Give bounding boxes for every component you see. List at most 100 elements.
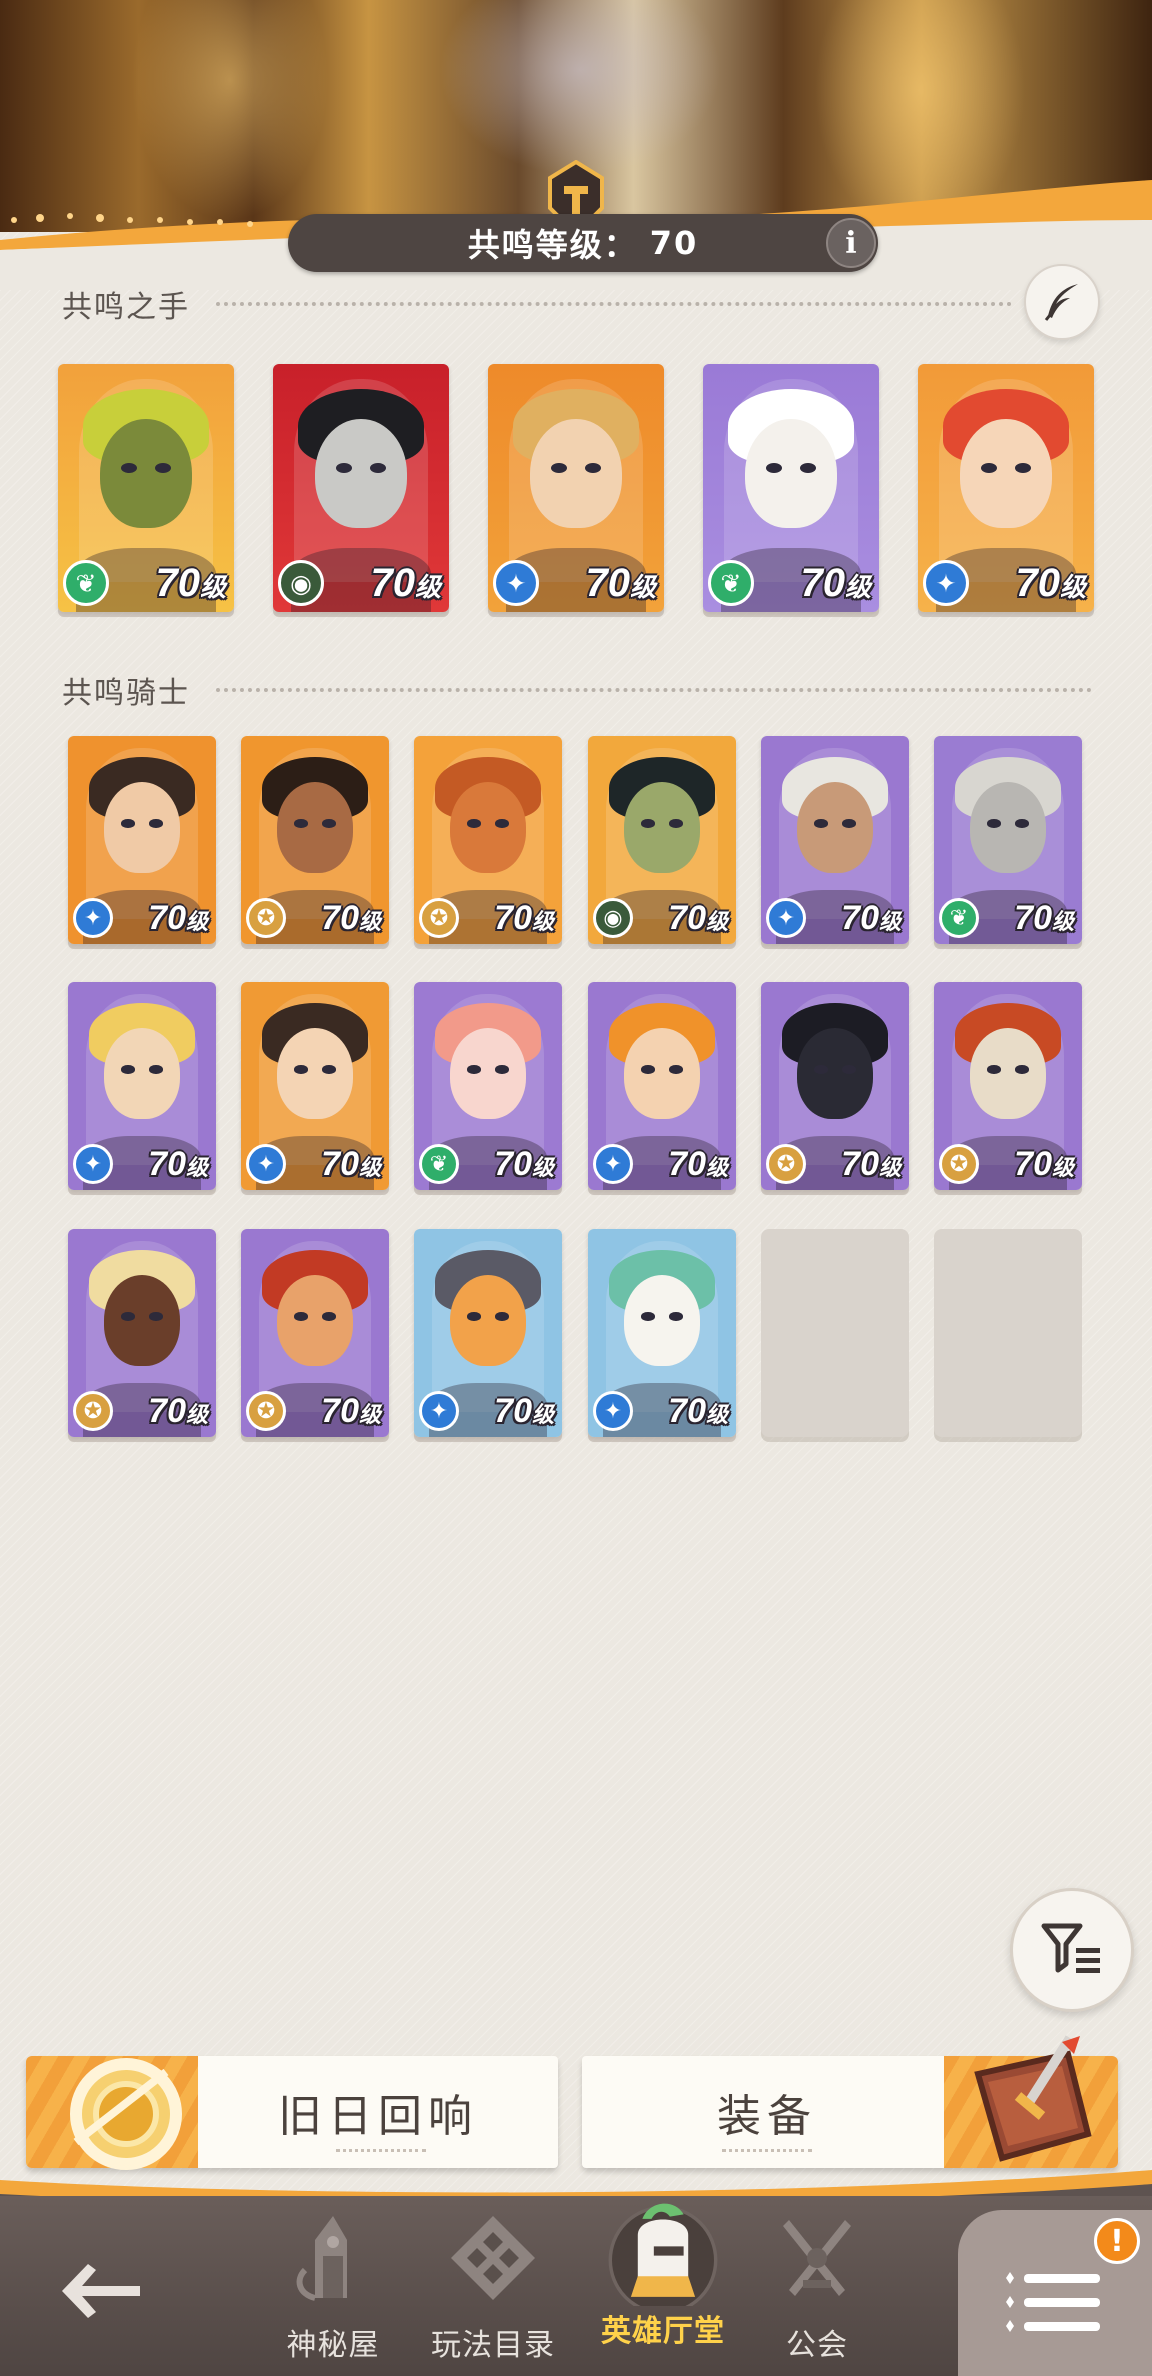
shield-icon: ✪	[939, 1144, 979, 1184]
mystery-tower-icon	[296, 2216, 347, 2301]
hero-card[interactable]: ✪ 70级	[68, 1229, 216, 1437]
hero-level: 70级	[321, 1145, 381, 1184]
hero-card[interactable]: ✦ 70级	[488, 364, 664, 612]
hero-level-number: 70	[321, 1392, 359, 1430]
hero-level-number: 70	[800, 561, 845, 605]
info-button[interactable]: i	[826, 218, 876, 268]
hero-level: 70级	[668, 1145, 728, 1184]
shield-icon: ✪	[246, 1391, 286, 1431]
resonance-level-value: 70	[649, 224, 699, 262]
hero-level: 70级	[155, 561, 226, 606]
hero-level-unit: 级	[878, 1155, 901, 1180]
nature-icon: ❦	[939, 898, 979, 938]
shield-icon: ✪	[73, 1391, 113, 1431]
star-icon: ✦	[73, 898, 113, 938]
crossed-swords-icon	[783, 2220, 851, 2296]
star-icon: ✦	[73, 1144, 113, 1184]
hero-level-number: 70	[1014, 899, 1052, 937]
empty-hero-slot	[761, 1229, 909, 1437]
eye-icon: ◉	[278, 560, 324, 606]
back-arrow-icon	[62, 2264, 140, 2318]
hero-card[interactable]: ◉ 70级	[588, 736, 736, 944]
hero-card[interactable]: ◉ 70级	[273, 364, 449, 612]
star-icon: ✦	[766, 898, 806, 938]
nature-icon: ❦	[708, 560, 754, 606]
hero-level-unit: 级	[414, 572, 441, 602]
hero-level: 70级	[841, 1145, 901, 1184]
hero-card[interactable]: ✦ 70级	[761, 736, 909, 944]
section-title-resonance-knights: 共鸣骑士	[62, 676, 190, 711]
hero-level: 70级	[800, 561, 871, 606]
nav-label: 玩法目录	[431, 2328, 555, 2363]
menu-list-icon	[1006, 2272, 1100, 2332]
hero-card[interactable]: ✪ 70级	[934, 982, 1082, 1190]
nav-mystery-house[interactable]: 神秘屋	[258, 2210, 408, 2370]
star-icon: ✦	[923, 560, 969, 606]
resonance-level-label: 共鸣等级：	[467, 226, 638, 264]
hero-level-unit: 级	[358, 909, 381, 934]
hero-level-number: 70	[321, 899, 359, 937]
nav-guild[interactable]: 公会	[742, 2210, 892, 2370]
hero-card[interactable]: ✦ 70级	[588, 1229, 736, 1437]
hero-card[interactable]: ❦ 70级	[414, 982, 562, 1190]
hero-level-number: 70	[148, 1392, 186, 1430]
edit-quill-button[interactable]	[1024, 264, 1100, 340]
hero-level-number: 70	[668, 1392, 706, 1430]
hero-level-unit: 级	[531, 909, 554, 934]
star-icon: ✦	[246, 1144, 286, 1184]
hero-level-number: 70	[841, 899, 879, 937]
back-button[interactable]	[56, 2256, 146, 2326]
hero-level-number: 70	[1014, 1145, 1052, 1183]
hero-card[interactable]: ❦ 70级	[58, 364, 234, 612]
section-title-resonance-hands: 共鸣之手	[62, 290, 190, 325]
hero-level: 70级	[148, 899, 208, 938]
nav-game-catalog[interactable]: 玩法目录	[418, 2210, 568, 2370]
hero-card[interactable]: ✪ 70级	[414, 736, 562, 944]
hero-level: 70级	[148, 1145, 208, 1184]
hero-card[interactable]: ❦ 70级	[703, 364, 879, 612]
star-icon: ✦	[493, 560, 539, 606]
catalog-diamond-icon	[451, 2216, 535, 2300]
hero-level-number: 70	[668, 1145, 706, 1183]
section-divider	[216, 302, 1012, 306]
hero-level-number: 70	[494, 899, 532, 937]
hero-level: 70级	[668, 1392, 728, 1431]
filter-sort-button[interactable]	[1010, 1888, 1134, 2012]
eye-icon: ◉	[593, 898, 633, 938]
hero-level-unit: 级	[1051, 909, 1074, 934]
hero-card[interactable]: ❦ 70级	[934, 736, 1082, 944]
hero-level-number: 70	[370, 561, 415, 605]
hero-card[interactable]: ✦ 70级	[68, 982, 216, 1190]
hero-level: 70级	[148, 1392, 208, 1431]
hero-level-unit: 级	[705, 1155, 728, 1180]
hero-card[interactable]: ✦ 70级	[414, 1229, 562, 1437]
hero-level: 70级	[321, 1392, 381, 1431]
hero-level-number: 70	[1015, 561, 1060, 605]
nav-hero-hall[interactable]: 英雄厅堂	[588, 2203, 738, 2370]
hero-level-number: 70	[841, 1145, 879, 1183]
hero-level-number: 70	[148, 1145, 186, 1183]
hero-card[interactable]: ✪ 70级	[241, 736, 389, 944]
hero-level-unit: 级	[531, 1402, 554, 1427]
hero-card[interactable]: ✦ 70级	[68, 736, 216, 944]
hero-level-unit: 级	[185, 1155, 208, 1180]
hero-card[interactable]: ✦ 70级	[588, 982, 736, 1190]
nature-icon: ❦	[63, 560, 109, 606]
hero-card[interactable]: ✪ 70级	[241, 1229, 389, 1437]
alert-badge: !	[1094, 2218, 1140, 2264]
hero-level-unit: 级	[185, 1402, 208, 1427]
star-icon: ✦	[593, 1144, 633, 1184]
hero-card[interactable]: ✦ 70级	[241, 982, 389, 1190]
hero-card[interactable]: ✪ 70级	[761, 982, 909, 1190]
hero-level: 70级	[1014, 899, 1074, 938]
star-icon: ✦	[419, 1391, 459, 1431]
hero-level-unit: 级	[531, 1155, 554, 1180]
hero-level-unit: 级	[629, 572, 656, 602]
nature-icon: ❦	[419, 1144, 459, 1184]
hero-level-number: 70	[155, 561, 200, 605]
hero-level-number: 70	[668, 899, 706, 937]
hero-card[interactable]: ✦ 70级	[918, 364, 1094, 612]
hero-level-unit: 级	[199, 572, 226, 602]
hero-level: 70级	[321, 899, 381, 938]
shield-icon: ✪	[246, 898, 286, 938]
